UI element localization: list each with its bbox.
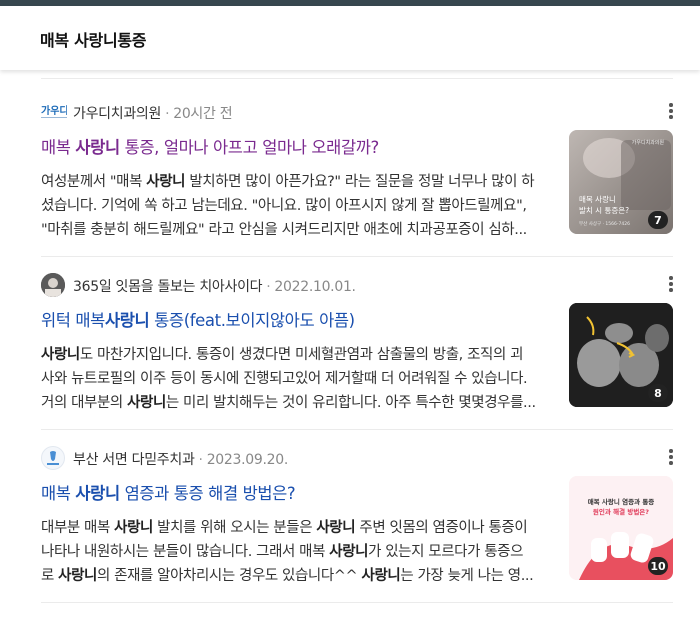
avatar[interactable] [41, 273, 65, 297]
search-header: 매복 사랑니통증 [0, 6, 700, 70]
result-snippet: 사랑니도 마찬가지입니다. 통증이 생겼다면 미세혈관염과 삼출물의 방출, 조… [41, 343, 553, 415]
text-fragment: 사와 뉴트로필의 이주 등이 동시에 진행되고있어 제거할때 더 어려워질 수 … [41, 371, 528, 387]
snippet-line: 셨습니다. 기억에 쏙 하고 남는데요. "아니요. 많이 아프시지 않게 잘 … [41, 194, 553, 218]
result-title[interactable]: 매복 사랑니 통증, 얼마나 아프고 얼마나 오래갈까? [41, 134, 379, 158]
highlight-keyword: 사랑니 [75, 138, 120, 157]
text-fragment: 거의 대부분의 [41, 395, 128, 411]
text-fragment: 주변 잇몸의 염증이나 통증이 [355, 520, 528, 536]
highlight-keyword: 사랑니 [127, 395, 166, 411]
result-source[interactable]: 365일 잇몸을 돌보는 치아사이다 · 2022.10.01. [73, 276, 356, 296]
source-date: 20시간 전 [173, 106, 233, 122]
result-snippet: 대부분 매복 사랑니 발치를 위해 오시는 분들은 사랑니 주변 잇몸의 염증이… [41, 516, 553, 588]
snippet-line: 로 사랑니의 존재를 알아차리시는 경우도 있습니다^^ 사랑니는 가장 늦게 … [41, 564, 553, 588]
text-fragment: 대부분 매복 [41, 520, 115, 536]
highlight-keyword: 사랑니 [75, 484, 120, 503]
highlight-keyword: 사랑니 [146, 174, 186, 190]
result-title[interactable]: 매복 사랑니 염증과 통증 해결 방법은? [41, 480, 296, 504]
result-snippet: 여성분께서 "매복 사랑니 발치하면 많이 아픈가요?" 라는 질문을 정말 너… [41, 170, 553, 242]
favicon-text: 가우디 [41, 104, 67, 117]
more-vert-icon[interactable] [669, 276, 673, 292]
result-source[interactable]: 부산 서면 다믿주치과 · 2023.09.20. [73, 449, 288, 469]
highlight-keyword: 사랑니 [104, 311, 150, 330]
result-thumbnail[interactable]: 가우디치과의원 매복 사랑니 발치 시 통증은? 부산 사상구 · 1566-7… [569, 130, 673, 234]
source-name[interactable]: 가우디치과의원 [73, 106, 161, 122]
search-query-title[interactable]: 매복 사랑니통증 [40, 27, 147, 51]
divider [41, 256, 673, 257]
thumb-footer: 부산 사상구 · 1566-7426 [579, 220, 630, 227]
text-fragment: 통증(feat.보이지않아도 아픔) [149, 311, 355, 330]
search-result: 365일 잇몸을 돌보는 치아사이다 · 2022.10.01. 위턱 매복사랑니 … [41, 273, 673, 423]
search-result: 부산 서면 다믿주치과 · 2023.09.20. 매복 사랑니 염증과 통증 해결… [41, 446, 673, 596]
text-fragment: 발치하면 많이 아픈가요?" 라는 질문을 정말 너무나 많이 하 [185, 174, 535, 190]
highlight-keyword: 사랑니 [316, 520, 356, 536]
text-fragment: 는 가장 늦게 나는 영... [400, 568, 534, 584]
snippet-line: 대부분 매복 사랑니 발치를 위해 오시는 분들은 사랑니 주변 잇몸의 염증이… [41, 516, 553, 540]
site-favicon[interactable]: 가우디 [41, 100, 67, 124]
text-fragment: 의 존재를 알아차리시는 경우도 있습니다^^ [96, 568, 362, 584]
thumb-caption-2: 원인과 해결 방법은? [593, 507, 649, 516]
highlight-keyword: 사랑니 [329, 544, 369, 560]
highlight-keyword: 사랑니 [58, 568, 97, 584]
text-fragment: 는 미리 발치해두는 것이 유리합니다. 아주 특수한 몇몇경우를... [165, 395, 536, 411]
snippet-line: 사랑니도 마찬가지입니다. 통증이 생겼다면 미세혈관염과 삼출물의 방출, 조… [41, 343, 553, 367]
result-thumbnail[interactable]: 매복 사랑니 염증과 통증 원인과 해결 방법은? 10 [569, 476, 673, 580]
search-result: 가우디 가우디치과의원 · 20시간 전 매복 사랑니 통증, 얼마나 아프고 얼마… [41, 100, 673, 250]
image-count-badge: 8 [648, 384, 668, 402]
text-fragment: 가 있는지 모르다가 통증으 [368, 544, 524, 560]
divider [41, 429, 673, 430]
snippet-line: "마취를 충분히 해드릴께요" 라고 안심을 시켜드리지만 애초에 치과공포증이… [41, 218, 553, 242]
result-source-row: 365일 잇몸을 돌보는 치아사이다 · 2022.10.01. [41, 273, 673, 299]
divider [41, 602, 673, 603]
text-fragment: 매복 [41, 138, 76, 157]
text-fragment: 로 [41, 568, 59, 584]
divider [41, 78, 673, 79]
result-thumbnail[interactable]: 8 [569, 303, 673, 407]
text-fragment: 위턱 매복 [41, 311, 105, 330]
image-count-badge: 10 [648, 557, 668, 575]
snippet-line: 여성분께서 "매복 사랑니 발치하면 많이 아픈가요?" 라는 질문을 정말 너… [41, 170, 553, 194]
snippet-line: 사와 뉴트로필의 이주 등이 동시에 진행되고있어 제거할때 더 어려워질 수 … [41, 367, 553, 391]
highlight-keyword: 사랑니 [41, 347, 80, 363]
text-fragment: 도 마찬가지입니다. 통증이 생겼다면 미세혈관염과 삼출물의 방출, 조직의 … [79, 347, 524, 363]
snippet-line: 거의 대부분의 사랑니는 미리 발치해두는 것이 유리합니다. 아주 특수한 몇… [41, 391, 553, 415]
text-fragment: 여성분께서 "매복 [41, 174, 147, 190]
thumb-caption-2: 발치 시 통증은? [579, 206, 629, 215]
highlight-keyword: 사랑니 [361, 568, 401, 584]
highlight-keyword: 사랑니 [114, 520, 153, 536]
site-favicon[interactable] [41, 446, 65, 470]
result-source-row: 가우디 가우디치과의원 · 20시간 전 [41, 100, 673, 126]
text-fragment: 나타나 내원하시는 분들이 많습니다. 그래서 매복 [41, 544, 330, 560]
text-fragment: "마취를 충분히 해드릴께요" 라고 안심을 시켜드리지만 애초에 치과공포증이… [41, 222, 527, 238]
more-vert-icon[interactable] [669, 103, 673, 119]
thumb-caption-1: 매복 사랑니 [579, 195, 616, 204]
snippet-line: 나타나 내원하시는 분들이 많습니다. 그래서 매복 사랑니가 있는지 모르다가… [41, 540, 553, 564]
image-count-badge: 7 [648, 211, 668, 229]
thumb-caption-1: 매복 사랑니 염증과 통증 [588, 497, 655, 506]
source-name[interactable]: 부산 서면 다믿주치과 [73, 452, 195, 468]
result-source-row: 부산 서면 다믿주치과 · 2023.09.20. [41, 446, 673, 472]
result-title[interactable]: 위턱 매복사랑니 통증(feat.보이지않아도 아픔) [41, 307, 355, 331]
text-fragment: 통증, 얼마나 아프고 얼마나 오래갈까? [119, 138, 380, 157]
text-fragment: 염증과 통증 해결 방법은? [119, 484, 296, 503]
text-fragment: 셨습니다. 기억에 쏙 하고 남는데요. "아니요. 많이 아프시지 않게 잘 … [41, 198, 527, 214]
text-fragment: 발치를 위해 오시는 분들은 [152, 520, 317, 536]
more-vert-icon[interactable] [669, 449, 673, 465]
thumb-header-text: 가우디치과의원 [632, 139, 665, 146]
source-date: 2023.09.20. [206, 452, 289, 468]
result-source[interactable]: 가우디치과의원 · 20시간 전 [73, 103, 233, 123]
source-name[interactable]: 365일 잇몸을 돌보는 치아사이다 [73, 279, 263, 295]
text-fragment: 매복 [41, 484, 76, 503]
source-date: 2022.10.01. [274, 279, 356, 295]
